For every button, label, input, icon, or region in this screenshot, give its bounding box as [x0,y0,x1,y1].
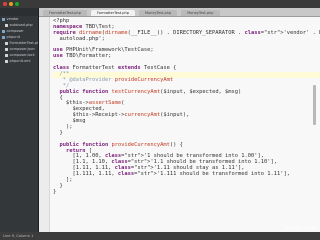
file-icon [5,53,8,57]
sidebar-item-7[interactable]: phpunit.xml [0,58,38,64]
watermark-logo: lynda.com [284,225,316,231]
window-titlebar [0,0,320,8]
file-icon [5,47,8,51]
status-position: Line 9, Column 1 [3,234,34,238]
sidebar-item-label: composer.lock [9,53,35,57]
status-bar: Line 9, Column 1 [0,232,320,240]
tab-bar: FormatterTest.php FormatterTest.php MoneyT… [39,8,320,17]
close-window-button[interactable] [3,2,7,6]
scrollbar-thumb[interactable] [313,85,316,125]
file-icon [5,41,8,45]
sidebar-item-label: phpunit [6,35,20,39]
minimize-window-button[interactable] [9,2,13,6]
sidebar-item-label: composer [6,29,24,33]
file-icon [5,23,8,27]
code-line[interactable]: } [53,189,320,196]
tab-1[interactable]: FormatterTest.php [90,10,135,16]
tab-0[interactable]: FormatterTest.php [43,10,87,16]
file-sidebar: vendor autoload.php composer phpunit Formatt… [0,8,39,232]
file-tree: vendor autoload.php composer phpunit Formatt… [0,16,38,64]
line-gutter [39,17,50,232]
folder-icon [2,29,5,33]
sidebar-item-label: vendor [6,17,19,21]
tab-3[interactable]: MoneyTest.php [181,10,220,16]
sidebar-item-label: composer.json [9,47,35,51]
file-icon [5,59,8,63]
code-area[interactable]: <?php namespace TBD\Test; require dirname(… [53,18,320,196]
zoom-window-button[interactable] [15,2,19,6]
folder-icon [2,17,5,21]
code-editor[interactable]: <?php namespace TBD\Test; require dirname(… [39,17,320,232]
sidebar-header [0,8,38,16]
tab-2[interactable]: MoneyTest.php [138,10,178,16]
sidebar-item-label: phpunit.xml [9,59,31,63]
sidebar-item-label: FormatterTest.php [9,41,39,45]
code-line[interactable]: [1.111, 1.11, class="str">'1.111 should … [53,171,320,178]
sidebar-item-label: autoload.php [9,23,33,27]
folder-icon [2,35,5,39]
